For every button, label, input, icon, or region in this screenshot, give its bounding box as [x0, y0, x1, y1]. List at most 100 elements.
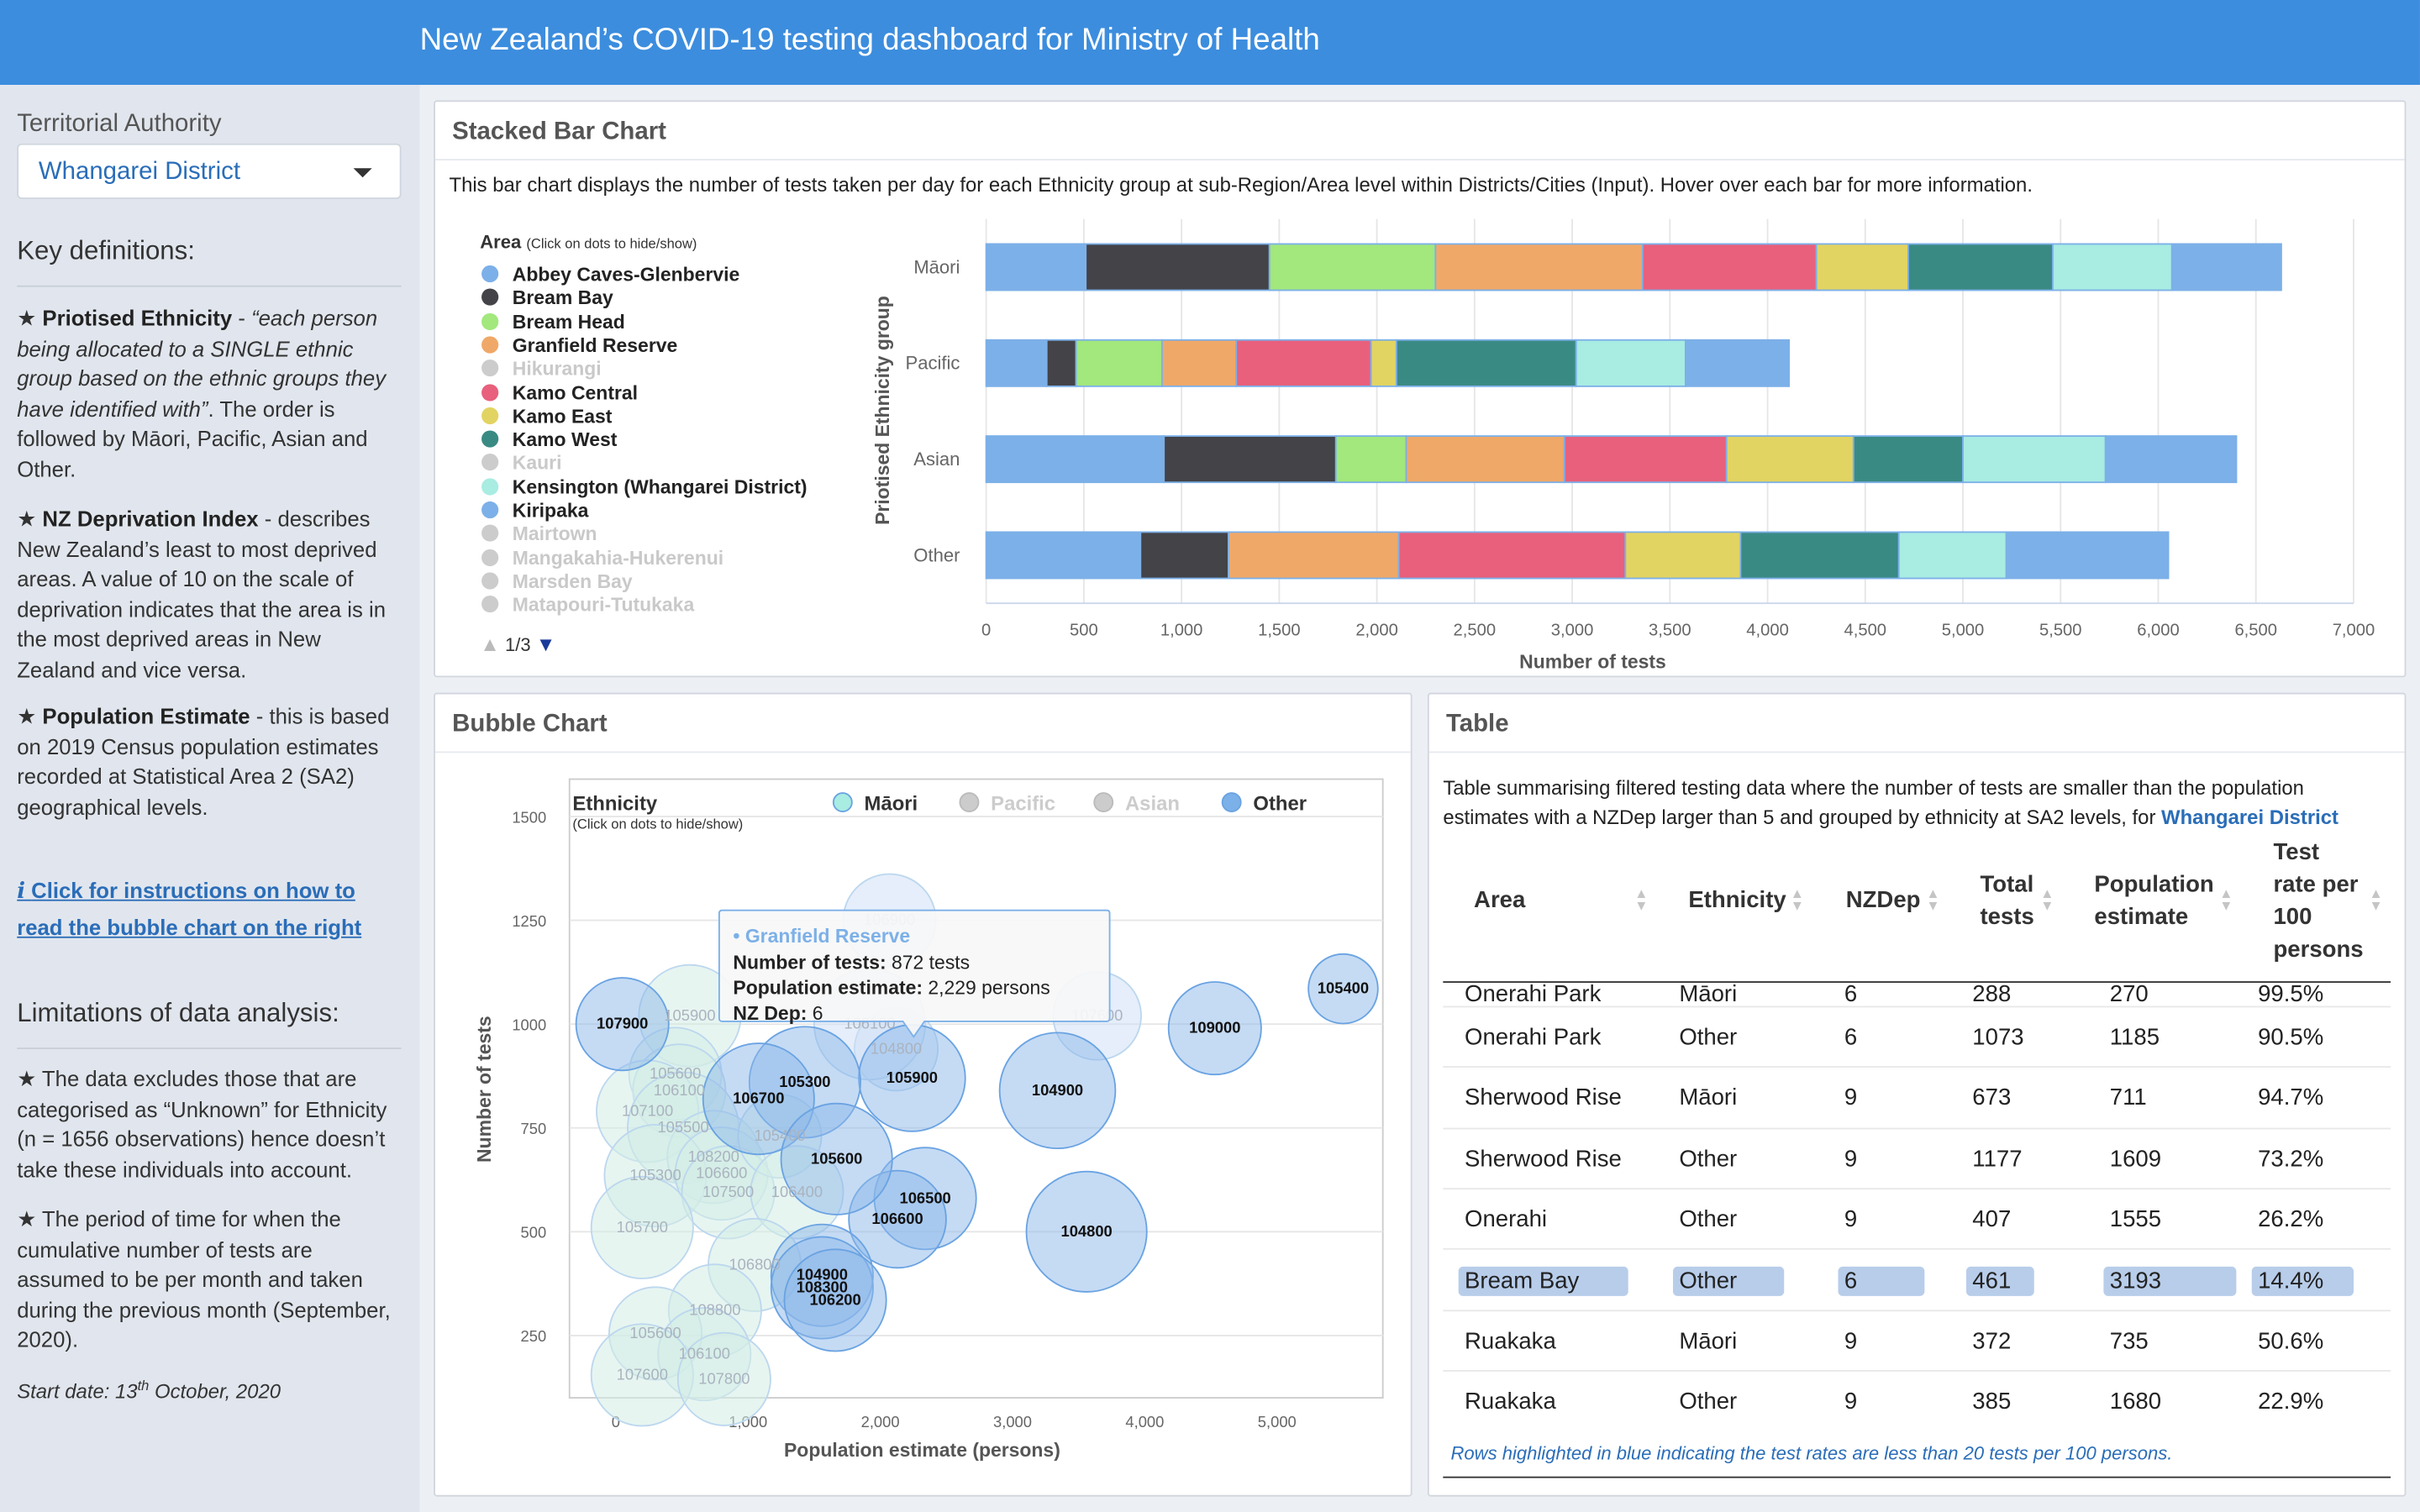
bubble-legend-item[interactable]: Asian — [1093, 792, 1180, 815]
stacked-bar-chart-box: Stacked Bar Chart This bar chart display… — [434, 100, 2407, 678]
bar-segment[interactable] — [1397, 531, 1627, 580]
box-title: Table — [1428, 695, 2405, 753]
tooltip-value: 872 tests — [892, 951, 970, 973]
table-cell: 9 — [1844, 1388, 1858, 1415]
sort-icon[interactable]: ▲ ▼ — [2040, 886, 2054, 912]
link-text: Click for instructions on how to read th… — [17, 878, 362, 940]
bubble-label: 106500 — [899, 1189, 950, 1206]
table-cell: 9 — [1844, 1206, 1858, 1233]
legend-dot-icon[interactable] — [1221, 792, 1242, 813]
star-icon: ★ — [17, 305, 43, 331]
table-row[interactable]: Ruakaka Other 9 385 1680 22.9% — [1443, 1369, 2391, 1431]
bubble-label: 105600 — [811, 1149, 862, 1167]
sort-icon[interactable]: ▲ ▼ — [2219, 886, 2233, 912]
x-tick-label: 2,000 — [1355, 622, 1398, 640]
table-cell: 1609 — [2109, 1145, 2162, 1173]
bar-segment[interactable] — [1641, 243, 1818, 291]
bar-segment[interactable] — [2005, 531, 2170, 580]
table-cell: Sherwood Rise — [1465, 1145, 1622, 1173]
bar-segment[interactable] — [1897, 531, 2007, 580]
column-header-area[interactable]: Area — [1474, 884, 1525, 916]
limitation-text: The period of time for when the cumulati… — [17, 1206, 391, 1352]
bubble-label: 107500 — [702, 1183, 754, 1200]
bubble-legend-item[interactable]: Māori — [832, 792, 918, 815]
x-tick-label: 2,000 — [861, 1413, 900, 1431]
bubble-label: 106100 — [679, 1345, 730, 1362]
y-tick-label: Pacific — [906, 353, 960, 374]
territorial-authority-select[interactable]: Whangarei District — [17, 143, 402, 199]
bar-segment[interactable] — [1268, 243, 1437, 291]
table-cell: 270 — [2109, 982, 2149, 1006]
bar-segment[interactable] — [1160, 339, 1238, 387]
table-bottom-rule — [1443, 1476, 2391, 1478]
sort-icon[interactable]: ▲ ▼ — [1791, 886, 1804, 912]
bar-segment[interactable] — [1624, 531, 1742, 580]
table-row[interactable]: Sherwood Rise Māori 9 673 711 94.7% — [1443, 1066, 2391, 1127]
column-header-ethnicity[interactable]: Ethnicity — [1688, 884, 1786, 916]
bubble-legend-item[interactable]: Other — [1221, 792, 1307, 815]
bubble-chart-instructions-link[interactable]: i Click for instructions on how to read … — [17, 874, 404, 946]
bubble-tooltip: • Granfield Reserve Number of tests: 872 … — [718, 909, 1111, 1038]
table-cell: 711 — [2109, 1084, 2147, 1111]
table-cell: 1177 — [1972, 1145, 2023, 1173]
column-header-population-estimate[interactable]: Population estimate — [2094, 869, 2213, 933]
legend-dot-icon[interactable] — [959, 792, 980, 813]
bubble-label: 108800 — [689, 1301, 740, 1319]
bar-segment[interactable] — [2170, 243, 2282, 291]
bar-segment[interactable] — [2052, 243, 2173, 291]
bar-segment[interactable] — [1370, 339, 1397, 387]
bar-segment[interactable] — [1739, 531, 1900, 580]
x-tick-label: 0 — [981, 622, 991, 640]
header-line: Total — [1980, 871, 2034, 898]
bar-segment[interactable] — [1962, 435, 2107, 484]
bar-segment[interactable] — [985, 531, 1142, 580]
y-axis-title: Priotised Ethnicity group — [871, 296, 893, 525]
bar-segment[interactable] — [1815, 243, 1909, 291]
bar-segment[interactable] — [1575, 339, 1686, 387]
sort-icon[interactable]: ▲ ▼ — [2369, 886, 2382, 912]
table-cell: Other — [1679, 1388, 1738, 1415]
bar-segment[interactable] — [1725, 435, 1854, 484]
bar-segment[interactable] — [1563, 435, 1728, 484]
table-cell: Māori — [1679, 1327, 1738, 1354]
table-row-highlighted[interactable]: Bream Bay Other 6 461 3193 14.4% — [1443, 1248, 2391, 1309]
bar-segment[interactable] — [1907, 243, 2054, 291]
table-row[interactable]: Onerahi Other 9 407 1555 26.2% — [1443, 1188, 2391, 1248]
bar-segment[interactable] — [985, 339, 1048, 387]
column-header-total-tests[interactable]: Total tests — [1980, 869, 2033, 933]
table-row[interactable]: Onerahi Park Other 6 1073 1185 90.5% — [1443, 1005, 2391, 1067]
x-tick-label: 3,000 — [993, 1413, 1032, 1431]
legend-dot-icon[interactable] — [832, 792, 853, 813]
sort-icon[interactable]: ▲ ▼ — [1634, 886, 1648, 912]
bar-segment[interactable] — [1684, 339, 1791, 387]
bar-segment[interactable] — [1405, 435, 1565, 484]
bar-segment[interactable] — [1235, 339, 1372, 387]
bar-segment[interactable] — [1334, 435, 1407, 484]
bar-segment[interactable] — [1085, 243, 1270, 291]
bar-segment[interactable] — [1139, 531, 1229, 580]
divider — [17, 285, 402, 287]
table-cell: Māori — [1679, 982, 1738, 1006]
bar-segment[interactable] — [1395, 339, 1577, 387]
column-header-test-rate[interactable]: Test rate per 100 persons — [2273, 836, 2363, 965]
bar-segment[interactable] — [1228, 531, 1400, 580]
bar-segment[interactable] — [985, 435, 1165, 484]
legend-dot-icon[interactable] — [1093, 792, 1114, 813]
table-cell: 6 — [1844, 982, 1858, 1006]
bar-segment[interactable] — [985, 243, 1087, 291]
x-tick-label: 1,500 — [1258, 622, 1301, 640]
bar-segment[interactable] — [2104, 435, 2238, 484]
bar-segment[interactable] — [1852, 435, 1964, 484]
table-cell: 461 — [1965, 1267, 2034, 1297]
bar-segment[interactable] — [1045, 339, 1077, 387]
column-header-nzdep[interactable]: NZDep — [1846, 884, 1921, 916]
table-cell: Ruakaka — [1465, 1327, 1556, 1354]
header-line: tests — [1980, 904, 2034, 931]
bar-segment[interactable] — [1434, 243, 1644, 291]
bar-segment[interactable] — [1075, 339, 1163, 387]
bar-segment[interactable] — [1163, 435, 1337, 484]
chevron-down-icon — [353, 168, 372, 178]
table-row[interactable]: Sherwood Rise Other 9 1177 1609 73.2% — [1443, 1126, 2391, 1188]
table-row[interactable]: Ruakaka Māori 9 372 735 50.6% — [1443, 1309, 2391, 1369]
sort-icon[interactable]: ▲ ▼ — [1926, 886, 1939, 912]
